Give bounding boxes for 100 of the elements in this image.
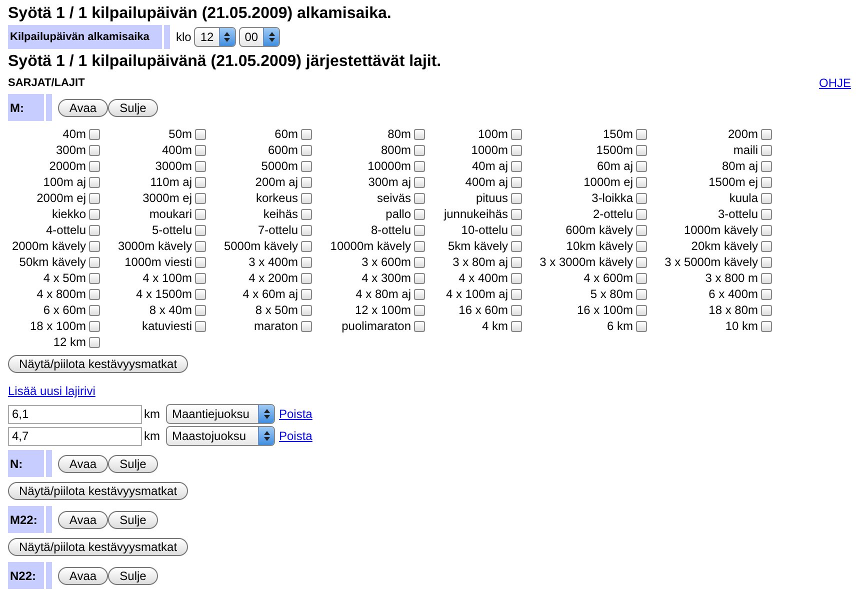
event-checkbox[interactable]: [301, 128, 312, 140]
event-checkbox[interactable]: [195, 128, 206, 140]
event-checkbox[interactable]: [636, 288, 647, 300]
event-checkbox[interactable]: [511, 144, 522, 156]
event-checkbox[interactable]: [414, 144, 425, 156]
event-checkbox[interactable]: [195, 272, 206, 284]
event-checkbox[interactable]: [761, 272, 772, 284]
event-checkbox[interactable]: [195, 288, 206, 300]
event-checkbox[interactable]: [301, 160, 312, 172]
event-checkbox[interactable]: [195, 208, 206, 220]
event-checkbox[interactable]: [511, 240, 522, 252]
event-checkbox[interactable]: [414, 272, 425, 284]
event-checkbox[interactable]: [301, 288, 312, 300]
event-checkbox[interactable]: [89, 208, 100, 220]
toggle-button[interactable]: Näytä/piilota kestävyysmatkat: [8, 538, 188, 556]
event-checkbox[interactable]: [414, 208, 425, 220]
event-checkbox[interactable]: [636, 240, 647, 252]
event-checkbox[interactable]: [195, 144, 206, 156]
event-checkbox[interactable]: [511, 208, 522, 220]
event-checkbox[interactable]: [761, 320, 772, 332]
event-checkbox[interactable]: [511, 256, 522, 268]
event-checkbox[interactable]: [414, 288, 425, 300]
event-checkbox[interactable]: [195, 160, 206, 172]
event-checkbox[interactable]: [301, 256, 312, 268]
remove-link[interactable]: Poista: [279, 405, 312, 423]
event-checkbox[interactable]: [195, 224, 206, 236]
series-button[interactable]: Avaa: [58, 454, 108, 472]
event-checkbox[interactable]: [511, 192, 522, 204]
distance-input[interactable]: 6,1: [8, 404, 142, 424]
event-checkbox[interactable]: [636, 128, 647, 140]
toggle-button[interactable]: Näytä/piilota kestävyysmatkat: [8, 355, 188, 373]
event-checkbox[interactable]: [761, 160, 772, 172]
event-checkbox[interactable]: [89, 160, 100, 172]
event-checkbox[interactable]: [636, 192, 647, 204]
event-checkbox[interactable]: [636, 224, 647, 236]
event-checkbox[interactable]: [89, 240, 100, 252]
event-checkbox[interactable]: [636, 208, 647, 220]
event-checkbox[interactable]: [89, 272, 100, 284]
help-link[interactable]: OHJE: [818, 74, 851, 92]
event-checkbox[interactable]: [89, 176, 100, 188]
event-checkbox[interactable]: [636, 144, 647, 156]
event-checkbox[interactable]: [414, 320, 425, 332]
event-checkbox[interactable]: [195, 320, 206, 332]
event-checkbox[interactable]: [636, 160, 647, 172]
event-checkbox[interactable]: [511, 176, 522, 188]
series-button[interactable]: Sulje: [108, 566, 158, 584]
event-checkbox[interactable]: [636, 176, 647, 188]
toggle-button[interactable]: Näytä/piilota kestävyysmatkat: [8, 482, 188, 500]
dropdown[interactable]: 12: [194, 27, 236, 47]
event-checkbox[interactable]: [761, 288, 772, 300]
event-checkbox[interactable]: [761, 256, 772, 268]
event-checkbox[interactable]: [195, 192, 206, 204]
event-checkbox[interactable]: [414, 160, 425, 172]
event-checkbox[interactable]: [761, 240, 772, 252]
event-checkbox[interactable]: [636, 272, 647, 284]
event-checkbox[interactable]: [89, 192, 100, 204]
event-checkbox[interactable]: [195, 256, 206, 268]
dropdown[interactable]: 00: [238, 27, 280, 47]
event-checkbox[interactable]: [89, 304, 100, 316]
remove-link[interactable]: Poista: [279, 427, 312, 445]
event-checkbox[interactable]: [301, 272, 312, 284]
event-checkbox[interactable]: [761, 304, 772, 316]
event-checkbox[interactable]: [89, 144, 100, 156]
event-checkbox[interactable]: [761, 192, 772, 204]
event-checkbox[interactable]: [301, 208, 312, 220]
series-button[interactable]: Avaa: [58, 566, 108, 584]
event-checkbox[interactable]: [511, 224, 522, 236]
event-checkbox[interactable]: [511, 160, 522, 172]
event-checkbox[interactable]: [414, 240, 425, 252]
event-checkbox[interactable]: [301, 320, 312, 332]
series-button[interactable]: Sulje: [108, 98, 158, 116]
event-checkbox[interactable]: [89, 128, 100, 140]
event-checkbox[interactable]: [89, 256, 100, 268]
distance-input[interactable]: 4,7: [8, 426, 142, 446]
dropdown[interactable]: Maantiejuoksu: [166, 404, 275, 424]
event-checkbox[interactable]: [301, 304, 312, 316]
event-checkbox[interactable]: [414, 176, 425, 188]
event-checkbox[interactable]: [414, 256, 425, 268]
event-checkbox[interactable]: [301, 240, 312, 252]
event-checkbox[interactable]: [414, 304, 425, 316]
event-checkbox[interactable]: [195, 176, 206, 188]
event-checkbox[interactable]: [301, 176, 312, 188]
event-checkbox[interactable]: [89, 320, 100, 332]
event-checkbox[interactable]: [301, 192, 312, 204]
event-checkbox[interactable]: [301, 144, 312, 156]
event-checkbox[interactable]: [761, 208, 772, 220]
event-checkbox[interactable]: [761, 144, 772, 156]
add-row-link[interactable]: Lisää uusi lajirivi: [8, 384, 96, 398]
event-checkbox[interactable]: [195, 304, 206, 316]
event-checkbox[interactable]: [89, 336, 100, 348]
event-checkbox[interactable]: [511, 128, 522, 140]
series-button[interactable]: Avaa: [58, 98, 108, 116]
event-checkbox[interactable]: [761, 224, 772, 236]
event-checkbox[interactable]: [89, 288, 100, 300]
series-button[interactable]: Sulje: [108, 454, 158, 472]
event-checkbox[interactable]: [511, 304, 522, 316]
series-button[interactable]: Avaa: [58, 510, 108, 528]
event-checkbox[interactable]: [511, 320, 522, 332]
event-checkbox[interactable]: [761, 176, 772, 188]
event-checkbox[interactable]: [511, 288, 522, 300]
